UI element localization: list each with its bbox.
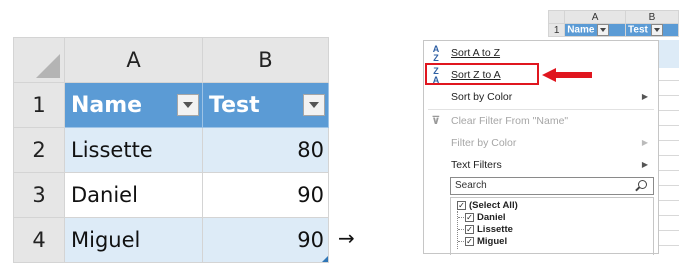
search-input[interactable]: Search <box>450 177 654 195</box>
column-header-b[interactable]: B <box>625 10 679 24</box>
table-header-name[interactable]: Name <box>64 82 203 128</box>
option-label: (Select All) <box>469 200 518 211</box>
menu-item-label: Sort A to Z <box>451 47 501 59</box>
option-label: Lissette <box>477 224 513 235</box>
menu-item-sort-by-color[interactable]: Sort by Color ▶ <box>424 86 660 108</box>
menu-item-filter-by-color[interactable]: Filter by Color ▶ <box>424 132 660 154</box>
column-header-b[interactable]: B <box>202 37 329 83</box>
row-header-2[interactable]: 2 <box>13 127 65 173</box>
table-header-test[interactable]: Test <box>202 82 329 128</box>
table-header-name[interactable]: Name <box>564 23 627 37</box>
column-header-a[interactable]: A <box>564 10 627 24</box>
menu-item-sort-a-to-z[interactable]: AZ Sort A to Z <box>424 42 660 64</box>
menu-item-text-filters[interactable]: Text Filters ▶ <box>424 154 660 176</box>
menu-item-label: Filter by Color <box>451 137 517 149</box>
cell-test-value: 90 <box>297 228 324 252</box>
submenu-arrow-icon: ▶ <box>641 92 648 101</box>
table-header-test[interactable]: Test <box>625 23 679 37</box>
filter-dropdown-icon[interactable] <box>177 94 199 116</box>
header-test-label: Test <box>628 24 648 36</box>
row-header-1[interactable]: 1 <box>547 23 566 37</box>
column-header-a[interactable]: A <box>64 37 203 83</box>
menu-item-clear-filter[interactable]: ⊽ Clear Filter From "Name" <box>424 110 660 132</box>
cell-test[interactable]: 90 <box>202 217 329 263</box>
highlight-box <box>425 63 539 85</box>
checkbox-checked-icon[interactable]: ✓ <box>465 213 474 222</box>
header-name-label: Name <box>71 92 143 118</box>
search-placeholder: Search <box>455 180 487 191</box>
option-label: Daniel <box>477 212 506 223</box>
cell-test[interactable]: 80 <box>202 127 329 173</box>
red-pointer-arrow-icon <box>542 68 592 82</box>
submenu-arrow-icon: ▶ <box>641 138 648 147</box>
transition-arrow-icon: → <box>338 226 355 250</box>
select-all-corner[interactable] <box>547 10 566 24</box>
menu-item-label: Text Filters <box>451 159 502 171</box>
search-icon[interactable] <box>638 180 647 189</box>
row-header-3[interactable]: 3 <box>13 172 65 218</box>
clear-filter-icon: ⊽ <box>431 115 441 127</box>
cell-name[interactable]: Lissette <box>64 127 203 173</box>
header-name-label: Name <box>567 24 595 36</box>
filter-dropdown-icon[interactable] <box>650 24 663 36</box>
menu-item-label: Sort by Color <box>451 91 513 103</box>
select-all-corner[interactable] <box>13 37 65 83</box>
cell-name[interactable]: Miguel <box>64 217 203 263</box>
checkbox-checked-icon[interactable]: ✓ <box>457 201 466 210</box>
tree-connector <box>457 211 464 249</box>
excel-sheet: A B 1 Name Test <box>547 10 679 37</box>
filter-menu: AZ Sort A to Z ZA Sort Z to A Sort by Co… <box>423 40 660 255</box>
table-resize-handle-icon[interactable] <box>322 256 328 262</box>
sort-a-to-z-icon: AZ <box>432 44 440 63</box>
option-label: Miguel <box>477 236 508 247</box>
cell-test[interactable]: 90 <box>202 172 329 218</box>
zoomed-spreadsheet: A B 1 Name Test 2 Lissette 80 3 Daniel 9… <box>13 37 329 263</box>
checkbox-checked-icon[interactable]: ✓ <box>465 237 474 246</box>
filter-dropdown-icon[interactable] <box>597 24 610 36</box>
row-header-1[interactable]: 1 <box>13 82 65 128</box>
submenu-arrow-icon: ▶ <box>641 160 648 169</box>
filter-dropdown-icon[interactable] <box>303 94 325 116</box>
row-header-4[interactable]: 4 <box>13 217 65 263</box>
checkbox-checked-icon[interactable]: ✓ <box>465 225 474 234</box>
header-test-label: Test <box>209 92 260 118</box>
cell-name[interactable]: Daniel <box>64 172 203 218</box>
menu-item-label: Clear Filter From "Name" <box>451 115 569 127</box>
